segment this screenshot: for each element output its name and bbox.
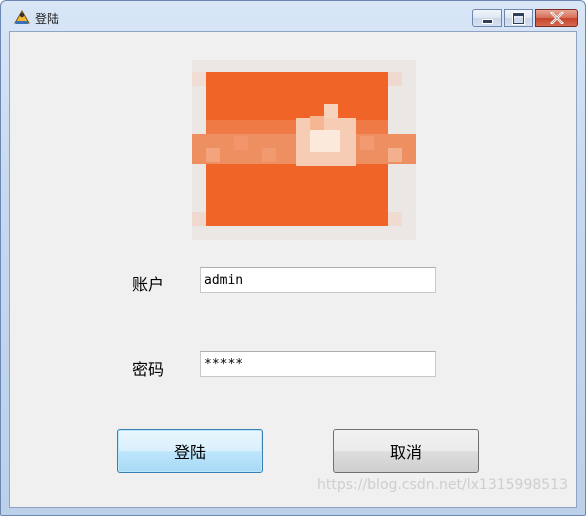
title-bar[interactable]: 登陆 [1, 1, 585, 31]
account-input[interactable] [200, 267, 436, 293]
password-input[interactable] [200, 351, 436, 377]
cancel-button[interactable]: 取消 [333, 429, 479, 473]
login-button[interactable]: 登陆 [117, 429, 263, 473]
app-icon [13, 9, 31, 25]
close-icon [536, 10, 577, 26]
window-title: 登陆 [35, 12, 60, 26]
watermark: https://blog.csdn.net/lx1315998513 [316, 477, 568, 493]
minimize-button[interactable] [472, 9, 502, 27]
login-window: 登陆 账户 admin 密码 ***** 登陆 取消 https://blog.… [0, 0, 586, 516]
minimize-icon [473, 10, 501, 26]
maximize-icon [505, 10, 532, 26]
client-area: 账户 密码 登陆 取消 https://blog.csdn.net/lx1315… [9, 31, 577, 508]
close-button[interactable] [535, 9, 578, 27]
logo-image [192, 60, 416, 240]
account-label: 账户 [132, 275, 165, 294]
caption-buttons [472, 9, 578, 27]
password-label: 密码 [132, 360, 165, 379]
maximize-button[interactable] [504, 9, 533, 27]
